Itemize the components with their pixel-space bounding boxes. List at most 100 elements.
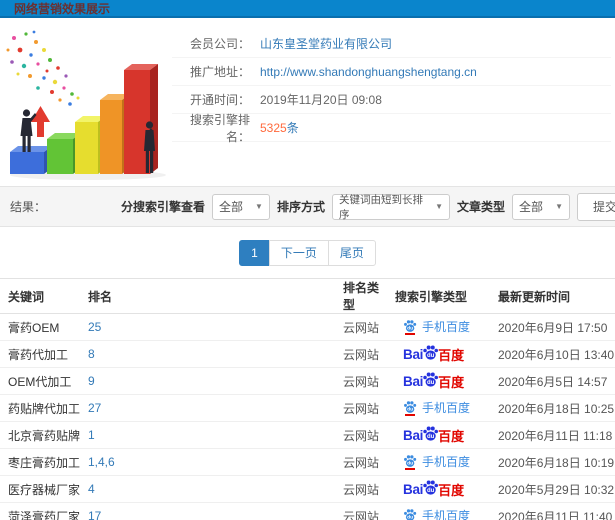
rank-type-cell: 云网站 — [335, 394, 387, 422]
table-row: OEM代加工 9 云网站 手机百度 Bai百度 2020年6月5日 14:57 — [0, 367, 615, 395]
pagination: 1 下一页 尾页 — [0, 240, 615, 266]
updated-cell: 2020年6月18日 10:19 — [490, 448, 615, 476]
rank-link[interactable]: 27 — [88, 401, 101, 415]
updated-cell: 2020年6月11日 11:18 — [490, 421, 615, 449]
page-1-button[interactable]: 1 — [239, 240, 270, 266]
last-page-button[interactable]: 尾页 — [327, 240, 376, 266]
baidu-pc-logo: Bai 百度 — [403, 346, 465, 363]
rank-link[interactable]: 4 — [88, 482, 95, 496]
search-engine-cell: 手机百度 Bai百度 — [387, 313, 490, 341]
search-engine-cell: 手机百度 Bai百度 — [387, 421, 490, 449]
rank-link[interactable]: 25 — [88, 320, 101, 334]
rank-type-cell: 云网站 — [335, 340, 387, 368]
baidu-pc-logo: Bai 百度 — [403, 481, 465, 498]
businessman-left-figure — [20, 109, 37, 152]
baidu-pc-logo: Bai 百度 — [403, 373, 465, 390]
rank-count-label: 搜索引擎排名： — [189, 112, 250, 144]
up-arrow-icon — [31, 106, 50, 137]
keyword-cell: 枣庄膏药加工 — [0, 448, 80, 476]
filter-bar: 结果： 分搜索引擎查看 全部 ▼ 排序方式 关键词由短到长排序 ▼ 文章类型 全… — [0, 186, 615, 227]
table-row: 医疗器械厂家 4 云网站 手机百度 Bai百度 2020年5月29日 10:32 — [0, 475, 615, 503]
next-page-button[interactable]: 下一页 — [268, 240, 329, 266]
keyword-cell: OEM代加工 — [0, 367, 80, 395]
growth-chart-image — [6, 30, 166, 180]
article-type-label: 文章类型 — [456, 200, 505, 214]
open-time-value: 2019年11月20日 09:08 — [260, 93, 382, 107]
header-rank: 排名 — [80, 278, 335, 314]
keyword-cell: 膏药代加工 — [0, 340, 80, 368]
rank-count-value: 5325条 — [260, 119, 299, 136]
top-header-bar: 网络营销效果展示 — [0, 0, 615, 18]
baidu-mobile-logo: 手机百度 — [403, 399, 470, 417]
info-row-rank-count: 搜索引擎排名： 5325条 — [172, 112, 611, 144]
table-row: 北京膏药贴牌 1 云网站 手机百度 Bai百度 2020年6月11日 11:18 — [0, 421, 615, 449]
table-row: 枣庄膏药加工 1,4,6 云网站 手机百度 Bai百度 2020年6月18日 1… — [0, 448, 615, 476]
ranking-table: 关键词 排名 排名类型 搜索引擎类型 最新更新时间 膏药OEM 25 云网站 手… — [0, 278, 615, 520]
sort-label: 排序方式 — [276, 200, 325, 214]
chevron-down-icon: ▼ — [255, 202, 263, 211]
info-row-url: 推广地址： http://www.shandonghuangshengtang.… — [172, 58, 611, 86]
filter-controls: 分搜索引擎查看 全部 ▼ 排序方式 关键词由短到长排序 ▼ 文章类型 全部 ▼ … — [120, 192, 615, 221]
engine-filter-select[interactable]: 全部 ▼ — [211, 193, 270, 220]
article-type-value: 全部 — [519, 200, 544, 214]
rank-type-cell: 云网站 — [335, 502, 387, 520]
table-row: 膏药OEM 25 云网站 手机百度 Bai百度 2020年6月9日 17:50 — [0, 313, 615, 341]
company-link[interactable]: 山东皇圣堂药业有限公司 — [260, 35, 392, 52]
keyword-cell: 北京膏药贴牌 — [0, 421, 80, 449]
chevron-down-icon: ▼ — [435, 202, 443, 211]
baidu-mobile-logo: 手机百度 — [403, 318, 470, 336]
baidu-pc-logo: Bai 百度 — [403, 427, 465, 444]
header-updated: 最新更新时间 — [490, 278, 615, 314]
promo-url-link[interactable]: http://www.shandonghuangshengtang.cn — [260, 65, 477, 79]
search-engine-cell: 手机百度 Bai百度 — [387, 340, 490, 368]
header-engine-type: 搜索引擎类型 — [387, 278, 490, 314]
sort-value: 关键词由短到长排序 — [338, 193, 423, 221]
baidu-red-underline — [405, 333, 415, 336]
rank-type-cell: 云网站 — [335, 313, 387, 341]
engine-filter-label: 分搜索引擎查看 — [120, 200, 205, 214]
page-title: 网络营销效果展示 — [14, 1, 111, 16]
result-label: 结果： — [10, 200, 47, 214]
header-rank-type: 排名类型 — [335, 278, 387, 314]
rank-link[interactable]: 8 — [88, 347, 95, 361]
rank-link[interactable]: 9 — [88, 374, 95, 388]
table-row: 菏泽膏药厂家 17 云网站 手机百度 Bai百度 2020年6月11日 11:4… — [0, 502, 615, 520]
engine-filter-value: 全部 — [218, 200, 243, 214]
submit-button[interactable]: 提交 — [577, 192, 615, 221]
baidu-red-underline — [405, 468, 415, 471]
open-time-label: 开通时间： — [189, 93, 250, 107]
search-engine-cell: 手机百度 Bai百度 — [387, 475, 490, 503]
bar-chart-illustration — [0, 18, 172, 186]
search-engine-cell: 手机百度 Bai百度 — [387, 394, 490, 422]
baidu-red-underline — [405, 414, 415, 417]
article-type-select[interactable]: 全部 ▼ — [512, 193, 570, 220]
member-info-panel: 会员公司： 山东皇圣堂药业有限公司 推广地址： http://www.shand… — [172, 18, 615, 186]
table-row: 膏药代加工 8 云网站 手机百度 Bai百度 2020年6月10日 13:40 — [0, 340, 615, 368]
rank-type-cell: 云网站 — [335, 475, 387, 503]
chevron-down-icon: ▼ — [555, 202, 563, 211]
rank-count-number: 5325 — [260, 121, 287, 135]
updated-cell: 2020年6月9日 17:50 — [490, 313, 615, 341]
info-row-company: 会员公司： 山东皇圣堂药业有限公司 — [172, 30, 611, 58]
rank-type-cell: 云网站 — [335, 448, 387, 476]
sort-select[interactable]: 关键词由短到长排序 ▼ — [331, 193, 450, 221]
rank-link[interactable]: 1 — [88, 428, 95, 442]
table-row: 药贴牌代加工 27 云网站 手机百度 Bai百度 2020年6月18日 10:2… — [0, 394, 615, 422]
keyword-cell: 膏药OEM — [0, 313, 80, 341]
keyword-cell: 菏泽膏药厂家 — [0, 502, 80, 520]
baidu-mobile-logo: 手机百度 — [403, 507, 470, 520]
keyword-cell: 医疗器械厂家 — [0, 475, 80, 503]
rank-link[interactable]: 1,4,6 — [88, 455, 115, 469]
search-engine-cell: 手机百度 Bai百度 — [387, 448, 490, 476]
rank-link[interactable]: 17 — [88, 509, 101, 520]
company-label: 会员公司： — [189, 37, 250, 51]
rank-count-unit: 条 — [286, 121, 299, 135]
table-header-row: 关键词 排名 排名类型 搜索引擎类型 最新更新时间 — [0, 278, 615, 314]
keyword-cell: 药贴牌代加工 — [0, 394, 80, 422]
header-keyword: 关键词 — [0, 278, 80, 314]
updated-cell: 2020年6月18日 10:25 — [490, 394, 615, 422]
updated-cell: 2020年6月11日 11:40 — [490, 502, 615, 520]
rank-type-cell: 云网站 — [335, 367, 387, 395]
baidu-mobile-logo: 手机百度 — [403, 453, 470, 471]
search-engine-cell: 手机百度 Bai百度 — [387, 367, 490, 395]
